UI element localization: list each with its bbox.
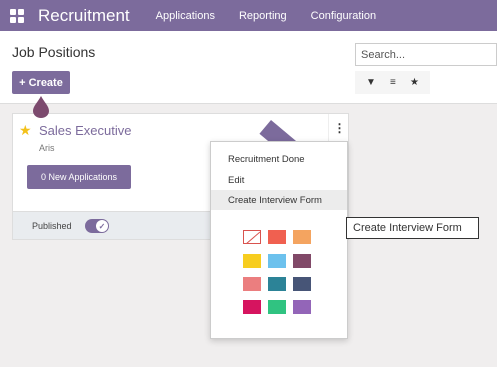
top-navbar: Recruitment Applications Reporting Confi… bbox=[0, 0, 497, 31]
menu-configuration[interactable]: Configuration bbox=[311, 10, 376, 22]
vertical-dots-icon: ⋮ bbox=[333, 121, 346, 135]
menu-item-recruitment-done[interactable]: Recruitment Done bbox=[211, 149, 347, 169]
search-placeholder: Search... bbox=[361, 48, 406, 61]
page-title: Job Positions bbox=[12, 44, 96, 60]
color-swatch[interactable] bbox=[293, 277, 311, 291]
menu-item-create-interview-form[interactable]: Create Interview Form bbox=[211, 190, 347, 210]
color-swatch[interactable] bbox=[293, 300, 311, 314]
card-dropdown-menu: Recruitment Done Edit Create Interview F… bbox=[210, 141, 348, 339]
new-applications-button[interactable]: 0 New Applications bbox=[27, 165, 131, 189]
control-panel: Job Positions + Create Search... ▼ ≡ ★ bbox=[0, 31, 497, 104]
favorites-icon[interactable]: ★ bbox=[410, 77, 419, 88]
job-title[interactable]: Sales Executive bbox=[39, 123, 132, 138]
filter-icon[interactable]: ▼ bbox=[366, 77, 376, 88]
color-swatch[interactable] bbox=[268, 300, 286, 314]
check-icon: ✓ bbox=[96, 220, 108, 232]
search-options-bar: ▼ ≡ ★ bbox=[355, 71, 430, 94]
job-company: Aris bbox=[39, 143, 55, 153]
apps-menu-icon[interactable] bbox=[10, 8, 24, 23]
create-button[interactable]: + Create bbox=[12, 71, 70, 94]
menu-item-edit[interactable]: Edit bbox=[211, 170, 347, 190]
app-title[interactable]: Recruitment bbox=[38, 6, 130, 26]
color-swatch[interactable] bbox=[243, 300, 261, 314]
color-swatch[interactable] bbox=[268, 277, 286, 291]
color-swatch[interactable] bbox=[293, 230, 311, 244]
menu-applications[interactable]: Applications bbox=[156, 10, 215, 22]
published-label: Published bbox=[32, 221, 72, 231]
color-swatch[interactable] bbox=[268, 230, 286, 244]
plus-icon: + bbox=[19, 76, 26, 89]
color-swatch[interactable] bbox=[243, 277, 261, 291]
favorite-star-icon[interactable]: ★ bbox=[19, 122, 32, 139]
search-input[interactable]: Search... bbox=[355, 43, 497, 66]
create-button-label: Create bbox=[28, 76, 63, 89]
drag-cursor-icon bbox=[33, 96, 49, 118]
group-by-icon[interactable]: ≡ bbox=[390, 77, 396, 88]
color-swatch-none[interactable] bbox=[243, 230, 261, 244]
menu-reporting[interactable]: Reporting bbox=[239, 10, 287, 22]
tooltip: Create Interview Form bbox=[346, 217, 479, 239]
card-dropdown-toggle[interactable]: ⋮ bbox=[328, 114, 348, 142]
color-swatch[interactable] bbox=[293, 254, 311, 268]
color-swatch[interactable] bbox=[243, 254, 261, 268]
color-swatch[interactable] bbox=[268, 254, 286, 268]
published-toggle[interactable]: ✓ bbox=[85, 219, 109, 233]
